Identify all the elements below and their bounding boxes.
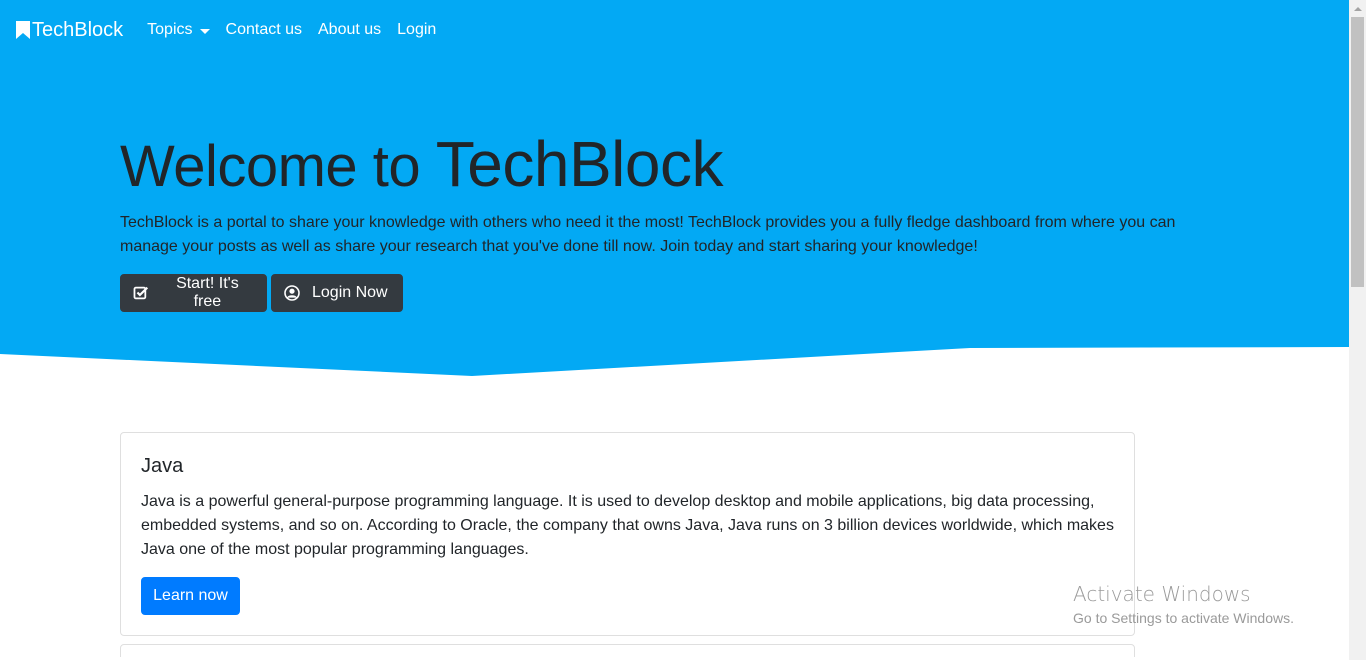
login-now-button[interactable]: Login Now xyxy=(271,274,403,312)
card-text: Java is a powerful general-purpose progr… xyxy=(141,493,1114,558)
start-free-label: Start! It's free xyxy=(176,275,239,310)
nav-contact-us[interactable]: Contact us xyxy=(218,13,310,47)
nav-login-label: Login xyxy=(397,21,437,38)
nav-about-us[interactable]: About us xyxy=(310,13,389,47)
nav-about-label: About us xyxy=(318,21,382,38)
navbar: TechBlock Topics Contact us About us Log… xyxy=(0,2,1349,58)
learn-now-button[interactable]: Learn now xyxy=(141,577,240,615)
start-free-button[interactable]: Start! It's free xyxy=(120,274,267,312)
bookmark-icon xyxy=(16,21,30,39)
brand-link[interactable]: TechBlock xyxy=(16,19,123,42)
vertical-scrollbar[interactable] xyxy=(1349,0,1366,660)
login-now-label: Login Now xyxy=(312,284,388,301)
user-circle-icon xyxy=(284,285,300,301)
chevron-down-icon xyxy=(199,28,210,34)
nav-topics-label: Topics xyxy=(147,21,193,38)
topic-card-java: Java Java is a powerful general-purpose … xyxy=(120,432,1135,636)
hero-description: TechBlock is a portal to share your know… xyxy=(120,214,1176,255)
hero-title-brand: TechBlock xyxy=(435,128,724,200)
scroll-up-arrow-icon[interactable] xyxy=(1349,0,1366,17)
nav-contact-label: Contact us xyxy=(225,21,302,38)
page: TechBlock Topics Contact us About us Log… xyxy=(0,0,1349,660)
nav-login[interactable]: Login xyxy=(389,13,444,47)
scrollbar-thumb[interactable] xyxy=(1351,17,1364,287)
nav-topics-dropdown[interactable]: Topics xyxy=(139,13,217,47)
hero-title: Welcome to TechBlock xyxy=(120,128,723,202)
check-square-icon xyxy=(133,286,149,300)
card-title: Java xyxy=(141,455,184,477)
brand-name: TechBlock xyxy=(32,18,124,41)
hero-title-prefix: Welcome to xyxy=(120,134,421,199)
